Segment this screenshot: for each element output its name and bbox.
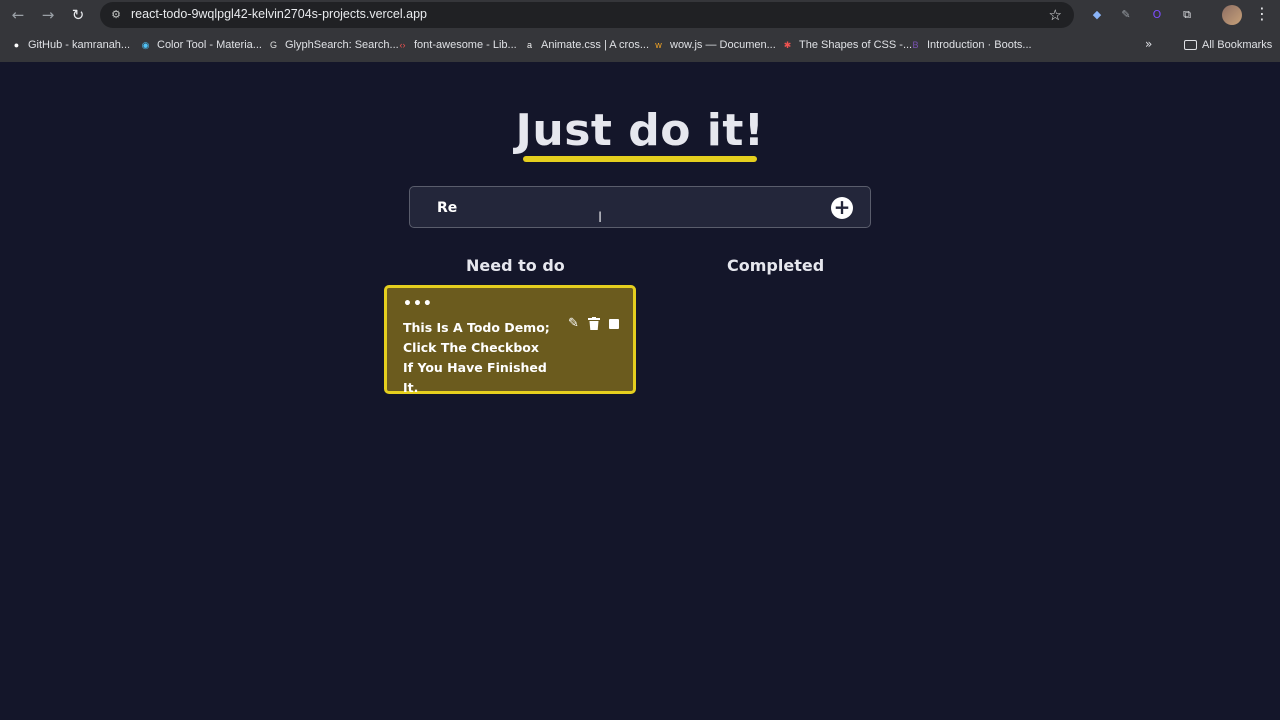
forward-icon[interactable]: → (38, 5, 58, 25)
pencil-extension-icon[interactable]: ✎ (1117, 6, 1135, 24)
more-bookmarks-icon[interactable]: » (1145, 37, 1152, 51)
browser-toolbar: ← → ↻ ⚙ react-todo-9wqlpgl42-kelvin2704s… (0, 0, 1280, 30)
profile-avatar[interactable] (1222, 5, 1242, 25)
bookmark-item[interactable]: B Introduction · Boots... (909, 34, 1031, 56)
text-cursor-icon: I (598, 210, 603, 226)
github-icon: ● (13, 39, 20, 50)
puzzle-extensions-icon[interactable]: ⧉ (1178, 6, 1196, 24)
todo-card[interactable]: ••• This Is A Todo Demo; Click The Check… (384, 285, 636, 395)
bookmark-star-icon[interactable]: ☆ (1049, 6, 1062, 24)
todo-text: This Is A Todo Demo; Click The Checkbox … (403, 320, 550, 395)
bookmark-item[interactable]: ● GitHub - kamranah... (10, 34, 130, 56)
code-brackets-icon: ‹› (399, 39, 406, 50)
completed-heading: Completed (727, 256, 825, 275)
todo-input[interactable] (437, 196, 817, 220)
todo-actions: ✎ (567, 317, 619, 331)
back-icon[interactable]: ← (8, 5, 28, 25)
title-underline (523, 156, 757, 162)
glyphsearch-icon: G (269, 39, 277, 50)
edit-icon[interactable]: ✎ (567, 317, 580, 331)
todo-input-box: + (409, 186, 871, 228)
drag-handle-icon[interactable]: ••• (403, 297, 433, 311)
bookmark-item[interactable]: ✱ The Shapes of CSS -... (781, 34, 912, 56)
browser-menu-icon[interactable]: ⋮ (1254, 4, 1270, 23)
all-bookmarks-button[interactable]: All Bookmarks (1184, 34, 1272, 56)
color-tool-icon: ◉ (141, 39, 150, 50)
complete-checkbox[interactable] (609, 319, 619, 329)
folder-icon (1184, 40, 1197, 50)
gem-extension-icon[interactable]: ◆ (1088, 6, 1106, 24)
address-bar[interactable]: ⚙ react-todo-9wqlpgl42-kelvin2704s-proje… (100, 2, 1074, 28)
circle-o-extension-icon[interactable]: O (1148, 6, 1166, 24)
bootstrap-icon: B (912, 39, 919, 50)
browser-chrome: ← → ↻ ⚙ react-todo-9wqlpgl42-kelvin2704s… (0, 0, 1280, 62)
trash-icon[interactable] (587, 317, 600, 331)
bookmark-item[interactable]: a Animate.css | A cros... (523, 34, 649, 56)
css-shapes-icon: ✱ (783, 39, 792, 50)
bookmarks-bar: ● GitHub - kamranah... ◉ Color Tool - Mate… (0, 34, 1280, 56)
url-text[interactable]: react-todo-9wqlpgl42-kelvin2704s-project… (131, 7, 427, 21)
bookmark-item[interactable]: ◉ Color Tool - Materia... (139, 34, 262, 56)
add-todo-icon[interactable]: + (831, 197, 853, 219)
animate-css-icon: a (526, 39, 532, 50)
bookmark-item[interactable]: G GlyphSearch: Search... (267, 34, 399, 56)
wowjs-icon: w (655, 39, 662, 50)
reload-icon[interactable]: ↻ (68, 5, 88, 25)
page-title: Just do it! (515, 105, 765, 156)
bookmark-item[interactable]: ‹› font-awesome - Lib... (396, 34, 517, 56)
bookmark-item[interactable]: w wow.js — Documen... (652, 34, 776, 56)
site-settings-icon[interactable]: ⚙ (109, 8, 123, 22)
need-to-do-heading: Need to do (466, 256, 565, 275)
